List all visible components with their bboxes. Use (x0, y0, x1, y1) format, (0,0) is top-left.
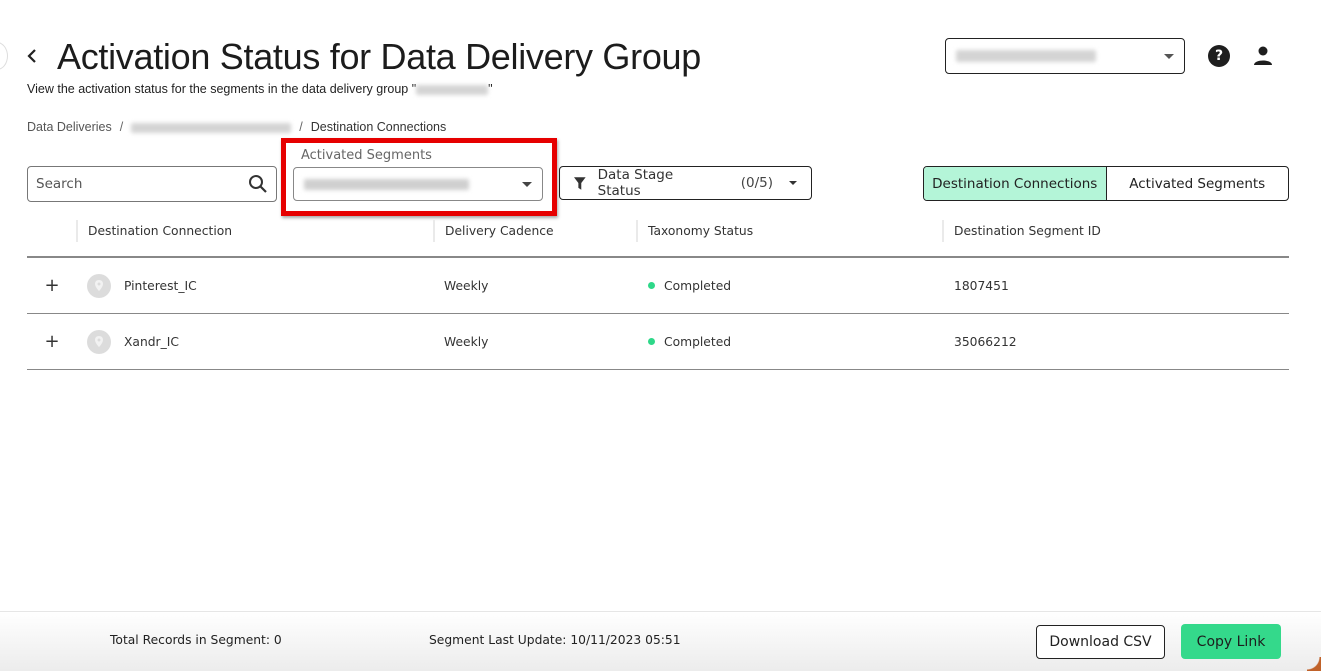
breadcrumb-separator: / (299, 120, 303, 134)
subtitle-text: View the activation status for the segme… (27, 82, 417, 96)
caret-down-icon (522, 181, 532, 187)
data-stage-status-filter[interactable]: Data Stage Status (0/5) (559, 166, 812, 200)
data-stage-status-label: Data Stage Status (597, 167, 674, 199)
segment-last-update-text: Segment Last Update: 10/11/2023 05:51 (429, 633, 681, 647)
activated-segments-value (304, 178, 469, 190)
tab-activated-segments[interactable]: Activated Segments (1107, 167, 1289, 200)
destination-segment-id: 1807451 (954, 278, 1009, 293)
expand-row-button[interactable]: + (42, 258, 62, 313)
side-panel-edge (0, 42, 8, 70)
location-pin-icon (95, 335, 103, 347)
table-row: + Pinterest_IC Weekly Completed 1807451 (27, 258, 1289, 314)
status-dot-icon (648, 338, 655, 345)
caret-down-icon (1164, 53, 1174, 59)
account-select[interactable] (945, 38, 1185, 74)
breadcrumb-destination-connections: Destination Connections (310, 120, 447, 134)
destination-avatar (87, 329, 111, 354)
redacted-group-name (416, 84, 489, 95)
destination-segment-id: 35066212 (954, 334, 1017, 349)
copy-link-button[interactable]: Copy Link (1181, 624, 1281, 659)
subtitle-suffix: " (488, 82, 493, 96)
table-header: Destination Connection Delivery Cadence … (27, 212, 1289, 258)
taxonomy-status-text: Completed (664, 334, 732, 349)
delivery-cadence: Weekly (444, 278, 489, 293)
filter-icon (574, 176, 586, 190)
help-icon[interactable]: ? (1208, 45, 1230, 67)
search-input[interactable] (36, 176, 248, 192)
breadcrumb-delivery[interactable] (131, 120, 292, 134)
footer-bar: Total Records in Segment: 0 Segment Last… (0, 611, 1321, 671)
total-records-text: Total Records in Segment: 0 (110, 633, 282, 647)
caret-down-icon (789, 181, 797, 185)
column-header-delivery-cadence[interactable]: Delivery Cadence (433, 220, 554, 242)
destination-connections-table: Destination Connection Delivery Cadence … (27, 212, 1289, 370)
column-header-destination-connection[interactable]: Destination Connection (76, 220, 232, 242)
view-toggle: Destination Connections Activated Segmen… (923, 166, 1289, 201)
destination-connection-name: Xandr_IC (124, 334, 179, 349)
window-corner (1307, 657, 1321, 671)
back-button[interactable] (22, 44, 42, 68)
breadcrumb: Data Deliveries / / Destination Connecti… (27, 120, 446, 134)
breadcrumb-data-deliveries[interactable]: Data Deliveries (27, 120, 112, 134)
search-field[interactable] (27, 166, 277, 202)
data-stage-status-count: (0/5) (740, 175, 773, 191)
breadcrumb-separator: / (119, 120, 124, 134)
tab-destination-connections[interactable]: Destination Connections (924, 167, 1107, 200)
column-header-destination-segment-id[interactable]: Destination Segment ID (942, 220, 1101, 242)
destination-avatar (87, 273, 111, 298)
user-icon[interactable] (1253, 45, 1273, 67)
table-row: + Xandr_IC Weekly Completed 35066212 (27, 314, 1289, 370)
activated-segments-select[interactable] (293, 167, 543, 201)
status-dot-icon (648, 282, 655, 289)
activated-segments-label: Activated Segments (301, 148, 432, 163)
page-title: Activation Status for Data Delivery Grou… (57, 36, 701, 77)
page-subtitle: View the activation status for the segme… (27, 82, 493, 96)
search-icon[interactable] (248, 174, 268, 194)
taxonomy-status: Completed (648, 314, 731, 369)
account-select-value (956, 50, 1096, 62)
delivery-cadence: Weekly (444, 334, 489, 349)
download-csv-button[interactable]: Download CSV (1036, 625, 1165, 659)
column-header-taxonomy-status[interactable]: Taxonomy Status (636, 220, 753, 242)
taxonomy-status: Completed (648, 258, 731, 313)
chevron-left-icon (27, 49, 36, 63)
taxonomy-status-text: Completed (664, 278, 732, 293)
location-pin-icon (95, 279, 103, 291)
destination-connection-name: Pinterest_IC (124, 278, 197, 293)
expand-row-button[interactable]: + (42, 314, 62, 369)
